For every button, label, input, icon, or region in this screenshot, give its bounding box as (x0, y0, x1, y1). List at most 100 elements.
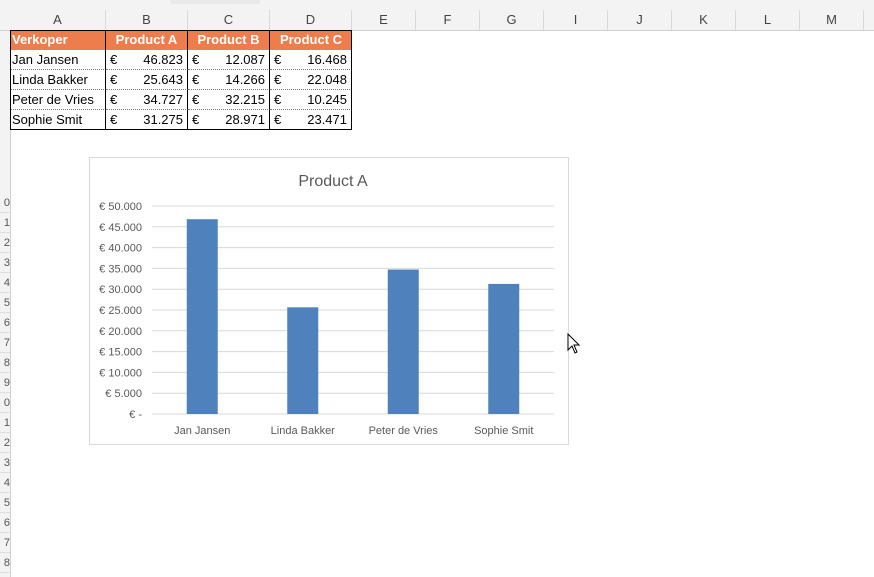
x-tick-label: Peter de Vries (369, 425, 439, 437)
column-header-D[interactable]: D (270, 10, 352, 30)
bar-chart[interactable]: Product A € - € 5.000 € 10.000 € 15.000 € 20.… (89, 157, 569, 445)
currency-symbol: € (192, 72, 200, 87)
mouse-cursor-icon (567, 333, 581, 354)
row-header[interactable]: 1 (0, 413, 10, 433)
cell-name[interactable]: Sophie Smit (10, 110, 106, 130)
row-header[interactable]: 3 (0, 453, 10, 473)
amount: 32.215 (225, 92, 265, 107)
cell-name[interactable]: Peter de Vries (10, 90, 106, 110)
currency-symbol: € (192, 112, 200, 127)
y-tick-label: € 40.000 (99, 243, 142, 255)
column-header-M[interactable]: M (800, 10, 864, 30)
cell-value[interactable]: €16.468 (270, 50, 352, 70)
cell-value[interactable]: €22.048 (270, 70, 352, 90)
header-cell-product-b[interactable]: Product B (188, 30, 270, 50)
y-tick-label: € 20.000 (99, 326, 142, 338)
row-header[interactable]: 8 (0, 553, 10, 573)
bar (387, 269, 419, 414)
row-header[interactable]: 7 (0, 333, 10, 353)
row-header[interactable]: 1 (0, 213, 10, 233)
row-header[interactable]: 5 (0, 493, 10, 513)
row-header[interactable]: 0 (0, 193, 10, 213)
row-header[interactable]: 4 (0, 273, 10, 293)
row-header[interactable]: 6 (0, 513, 10, 533)
column-header-row: A B C D E F G I J K L M (0, 10, 874, 31)
header-cell-product-a[interactable]: Product A (106, 30, 188, 50)
chart-canvas: Product A € - € 5.000 € 10.000 € 15.000 € 20.… (99, 173, 554, 437)
cell-value[interactable]: €34.727 (106, 90, 188, 110)
amount: 34.727 (143, 92, 183, 107)
currency-symbol: € (274, 72, 282, 87)
amount: 16.468 (307, 52, 347, 67)
currency-symbol: € (274, 92, 282, 107)
bar (287, 307, 319, 414)
amount: 46.823 (143, 52, 183, 67)
x-tick-label: Linda Bakker (271, 425, 336, 437)
column-header-B[interactable]: B (106, 10, 188, 30)
row-header[interactable]: 6 (0, 313, 10, 333)
row-header[interactable]: 2 (0, 433, 10, 453)
y-tick-label: € 35.000 (99, 263, 142, 275)
y-tick-label: € 30.000 (99, 284, 142, 296)
y-tick-label: € 10.000 (99, 367, 142, 379)
column-header-K[interactable]: K (672, 10, 736, 30)
amount: 28.971 (225, 112, 265, 127)
cell-value[interactable]: €12.087 (188, 50, 270, 70)
cell-value[interactable]: €46.823 (106, 50, 188, 70)
y-tick-label: € - (129, 409, 142, 421)
currency-symbol: € (110, 52, 118, 67)
cell-value[interactable]: €23.471 (270, 110, 352, 130)
y-tick-label: € 25.000 (99, 305, 142, 317)
amount: 22.048 (307, 72, 347, 87)
y-tick-label: € 5.000 (105, 388, 142, 400)
y-tick-label: € 15.000 (99, 347, 142, 359)
column-header-G[interactable]: G (480, 10, 544, 30)
column-header-L[interactable]: L (736, 10, 800, 30)
bar (186, 219, 218, 414)
currency-symbol: € (110, 112, 118, 127)
currency-symbol: € (110, 72, 118, 87)
currency-symbol: € (192, 52, 200, 67)
cell-value[interactable]: €14.266 (188, 70, 270, 90)
row-header[interactable]: 2 (0, 233, 10, 253)
amount: 25.643 (143, 72, 183, 87)
amount: 23.471 (307, 112, 347, 127)
y-tick-label: € 50.000 (99, 201, 142, 213)
currency-symbol: € (192, 92, 200, 107)
row-header[interactable]: 4 (0, 473, 10, 493)
cell-value[interactable]: €10.245 (270, 90, 352, 110)
cell-value[interactable]: €25.643 (106, 70, 188, 90)
tab-notch (170, 0, 260, 4)
column-header-A[interactable]: A (10, 10, 106, 30)
amount: 14.266 (225, 72, 265, 87)
header-cell-product-c[interactable]: Product C (270, 30, 352, 50)
row-header[interactable]: 5 (0, 293, 10, 313)
cell-value[interactable]: €32.215 (188, 90, 270, 110)
column-header-C[interactable]: C (188, 10, 270, 30)
row-header[interactable]: 9 (0, 373, 10, 393)
chart-title: Product A (298, 173, 368, 190)
cell-value[interactable]: €28.971 (188, 110, 270, 130)
cell-name[interactable]: Linda Bakker (10, 70, 106, 90)
row-header[interactable]: 0 (0, 393, 10, 413)
header-cell-verkoper[interactable]: Verkoper (10, 30, 106, 50)
x-tick-label: Sophie Smit (474, 425, 533, 437)
column-header-F[interactable]: F (416, 10, 480, 30)
bar (488, 283, 520, 414)
row-header[interactable]: 3 (0, 253, 10, 273)
cell-value[interactable]: €31.275 (106, 110, 188, 130)
column-header-E[interactable]: E (352, 10, 416, 30)
column-header-J[interactable]: J (608, 10, 672, 30)
amount: 10.245 (307, 92, 347, 107)
ribbon-edge (0, 0, 874, 10)
cell-name[interactable]: Jan Jansen (10, 50, 106, 70)
column-header-I[interactable]: I (544, 10, 608, 30)
y-tick-label: € 45.000 (99, 222, 142, 234)
currency-symbol: € (274, 52, 282, 67)
amount: 31.275 (143, 112, 183, 127)
row-header[interactable]: 8 (0, 353, 10, 373)
currency-symbol: € (110, 92, 118, 107)
currency-symbol: € (274, 112, 282, 127)
x-tick-label: Jan Jansen (174, 425, 230, 437)
row-header[interactable]: 7 (0, 533, 10, 553)
